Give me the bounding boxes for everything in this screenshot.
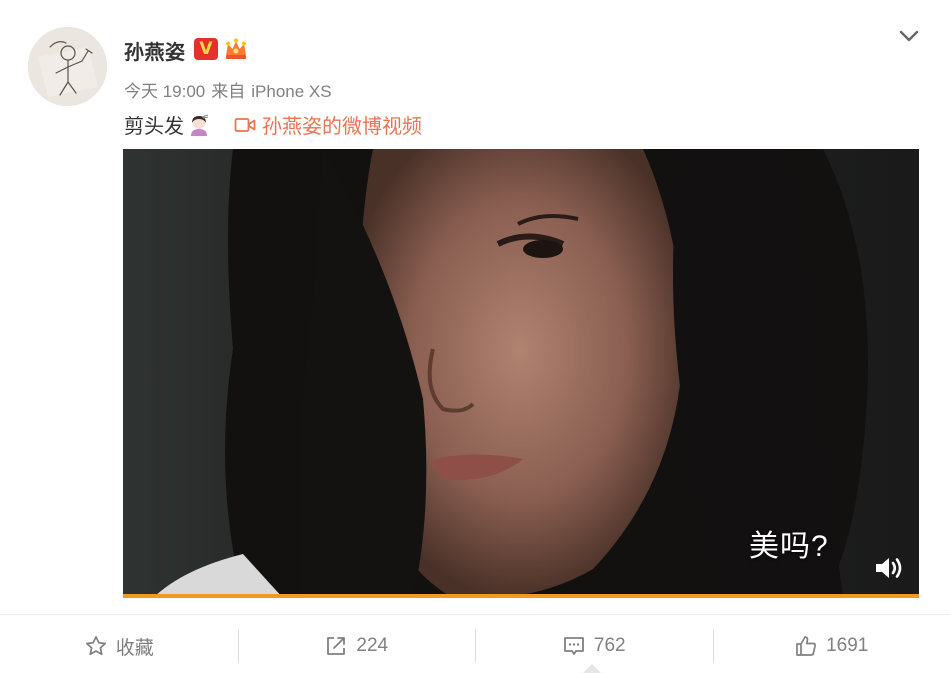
video-link-label: 孙燕姿的微博视频: [262, 116, 422, 138]
repost-button[interactable]: 224: [237, 628, 476, 664]
weibo-post-card: 孙燕姿 V 今天 19:00 来自 iPhone XS 剪头发 孙燕姿的微博视频: [0, 0, 950, 673]
star-icon: [85, 635, 106, 656]
like-button[interactable]: 1691: [712, 628, 950, 664]
author-name[interactable]: 孙燕姿: [124, 36, 186, 65]
like-count: 1691: [826, 635, 869, 656]
crown-icon[interactable]: [222, 35, 250, 63]
action-bar: 收藏 224 762 1691: [0, 628, 950, 664]
post-text: 剪头发 孙燕姿的微博视频: [124, 110, 422, 139]
favorite-label: 收藏: [115, 637, 154, 659]
repost-count: 224: [356, 635, 389, 656]
comment-icon: [563, 637, 584, 655]
volume-icon[interactable]: [873, 554, 905, 582]
comment-button[interactable]: 762: [475, 628, 713, 664]
thumbs-up-icon: [796, 636, 817, 656]
video-camera-icon: [234, 117, 256, 132]
comment-count: 762: [593, 635, 626, 656]
source-prefix: 来自: [211, 82, 246, 101]
post-meta: 今天 19:00 来自 iPhone XS: [124, 77, 338, 102]
author-avatar[interactable]: [28, 27, 107, 106]
avatar-sketch-image: [28, 27, 107, 106]
video-caption: 美吗?: [749, 530, 829, 563]
comment-expanded-caret: [583, 664, 601, 673]
post-time[interactable]: 今天 19:00: [124, 82, 205, 101]
video-progress-bar[interactable]: [123, 594, 919, 598]
haircut-emoji-icon: [191, 114, 209, 136]
video-link[interactable]: 孙燕姿的微博视频: [234, 110, 422, 139]
source-device[interactable]: iPhone XS: [251, 82, 331, 101]
post-text-content: 剪头发: [124, 116, 184, 138]
chevron-down-icon[interactable]: [897, 26, 921, 46]
verified-badge-icon[interactable]: V: [194, 38, 218, 60]
favorite-button[interactable]: 收藏: [0, 628, 238, 664]
repost-icon: [327, 637, 346, 655]
video-player[interactable]: 美吗?: [123, 149, 919, 598]
footer-divider: [0, 614, 950, 615]
